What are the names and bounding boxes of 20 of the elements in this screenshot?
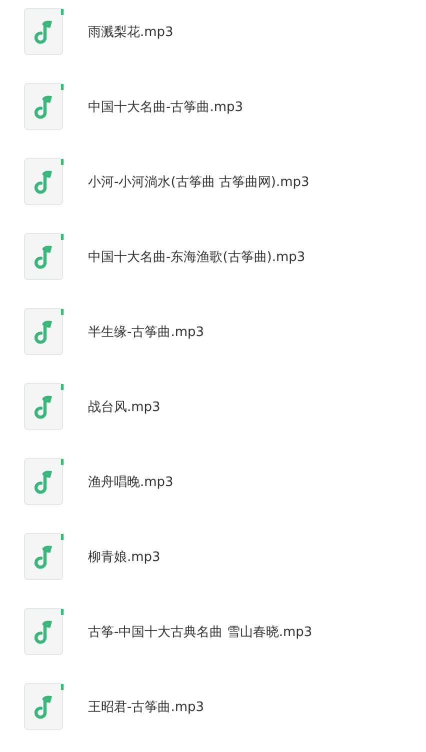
audio-file-icon (24, 158, 65, 206)
file-name[interactable]: 雨溅梨花.mp3 (88, 22, 174, 40)
audio-file-icon (24, 682, 65, 730)
file-name[interactable]: 王昭君-古筝曲.mp3 (88, 698, 204, 716)
file-name[interactable]: 小河-小河淌水(古筝曲 古筝曲网).mp3 (88, 172, 310, 190)
file-name[interactable]: 中国十大名曲-东海渔歌(古筝曲).mp3 (88, 248, 306, 266)
file-name[interactable]: 战台风.mp3 (88, 398, 160, 416)
audio-file-icon (24, 232, 65, 280)
file-name[interactable]: 柳青娘.mp3 (88, 548, 160, 566)
file-name[interactable]: 半生缘-古筝曲.mp3 (88, 322, 204, 340)
file-name[interactable]: 古筝-中国十大古典名曲 雪山春晓.mp3 (88, 622, 312, 640)
audio-file-icon (24, 458, 65, 506)
audio-file-icon (24, 308, 65, 356)
audio-file-icon (24, 608, 65, 656)
audio-file-icon (24, 8, 65, 56)
audio-file-icon (24, 532, 65, 580)
file-name[interactable]: 渔舟唱晚.mp3 (88, 472, 174, 490)
audio-file-icon (24, 82, 65, 130)
file-name[interactable]: 中国十大名曲-古筝曲.mp3 (88, 98, 244, 116)
audio-file-icon (24, 382, 65, 430)
